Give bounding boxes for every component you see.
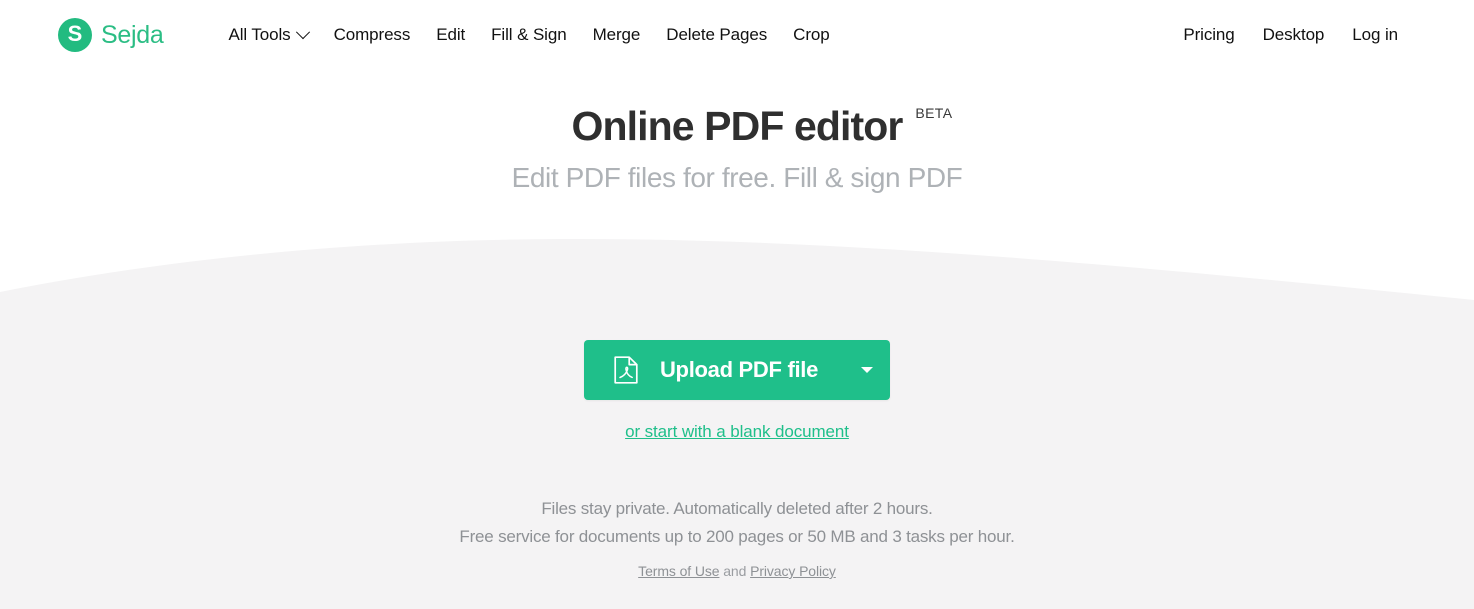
nav-item-edit[interactable]: Edit (423, 19, 478, 51)
nav-item-pricing[interactable]: Pricing (1169, 19, 1248, 51)
nav-item-label: All Tools (228, 25, 291, 44)
page-title-text: Online PDF editor (571, 103, 904, 149)
main-action-area: Upload PDF file or start with a blank do… (0, 340, 1474, 579)
caret-down-icon (861, 367, 874, 373)
pdf-file-icon (614, 356, 638, 384)
nav-item-desktop[interactable]: Desktop (1249, 19, 1339, 51)
page-title: Online PDF editor BETA (571, 103, 953, 149)
hero-section: Online PDF editor BETA Edit PDF files fo… (0, 103, 1474, 194)
service-notes: Files stay private. Automatically delete… (0, 495, 1474, 551)
nav-item-log-in[interactable]: Log in (1338, 19, 1412, 51)
privacy-note: Files stay private. Automatically delete… (541, 499, 933, 518)
beta-badge: BETA (915, 105, 953, 121)
limits-note: Free service for documents up to 200 pag… (459, 527, 1015, 546)
upload-options-dropdown-button[interactable] (844, 340, 890, 400)
site-header: S Sejda All Tools Compress Edit Fill & S… (0, 0, 1474, 70)
upload-pdf-button-label: Upload PDF file (659, 357, 819, 382)
legal-conjunction: and (719, 563, 751, 579)
start-blank-document-link[interactable]: or start with a blank document (625, 422, 849, 442)
sejda-circle-icon: S (58, 18, 92, 52)
terms-of-use-link[interactable]: Terms of Use (638, 563, 719, 579)
nav-item-crop[interactable]: Crop (780, 19, 842, 51)
page-root: S Sejda All Tools Compress Edit Fill & S… (0, 0, 1474, 609)
nav-item-delete-pages[interactable]: Delete Pages (653, 19, 780, 51)
legal-links: Terms of Use and Privacy Policy (0, 563, 1474, 579)
privacy-policy-link[interactable]: Privacy Policy (750, 563, 836, 579)
nav-item-compress[interactable]: Compress (321, 19, 424, 51)
nav-item-fill-and-sign[interactable]: Fill & Sign (478, 19, 579, 51)
nav-item-merge[interactable]: Merge (580, 19, 654, 51)
nav-item-all-tools[interactable]: All Tools (215, 19, 320, 51)
upload-pdf-button[interactable]: Upload PDF file (583, 340, 891, 400)
secondary-navigation: Pricing Desktop Log in (1169, 19, 1412, 51)
brand-wordmark: Sejda (101, 20, 164, 49)
brand-logo[interactable]: S Sejda (58, 18, 164, 52)
primary-navigation: All Tools Compress Edit Fill & Sign Merg… (215, 19, 842, 51)
chevron-down-icon (295, 25, 310, 40)
upload-pdf-button-main[interactable]: Upload PDF file (584, 340, 844, 400)
brand-mark-letter: S (67, 21, 83, 46)
page-subtitle: Edit PDF files for free. Fill & sign PDF (511, 162, 963, 194)
